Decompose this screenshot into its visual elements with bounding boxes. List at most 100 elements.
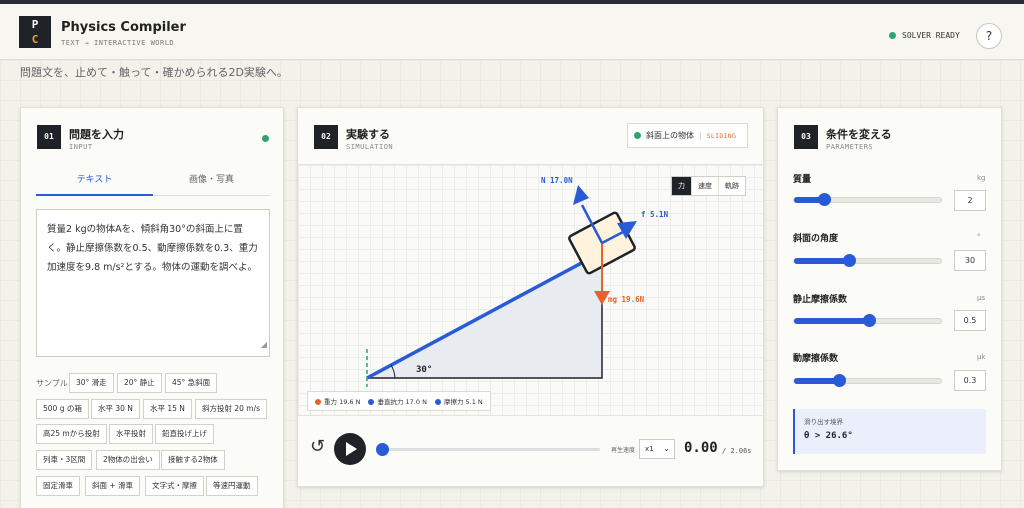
reset-icon[interactable]: ↺ bbox=[310, 436, 325, 457]
normal-force-label: N 17.0N bbox=[541, 176, 573, 185]
status-state: SLIDING bbox=[706, 131, 737, 140]
sample-chip[interactable]: 500 g の箱 bbox=[36, 399, 89, 419]
timeline-track[interactable] bbox=[382, 448, 600, 451]
sample-chip[interactable]: 30° 滑走 bbox=[69, 373, 114, 393]
status-separator: | bbox=[699, 131, 702, 140]
sample-chip[interactable]: 水平 30 N bbox=[91, 399, 140, 419]
duration-readout: / 2.06s bbox=[722, 447, 752, 455]
slip-threshold-box: 滑り出す境界 θ > 26.6° bbox=[793, 409, 986, 454]
panel-title: 問題を入力 bbox=[69, 128, 124, 141]
param-label-static-friction: 静止摩擦係数 bbox=[793, 295, 848, 305]
sample-chip[interactable]: 2物体の出会い bbox=[96, 450, 160, 470]
sample-chip[interactable]: 水平 15 N bbox=[143, 399, 192, 419]
sample-chip[interactable]: 斜方投射 20 m/s bbox=[195, 399, 268, 419]
status-label: 斜面上の物体 bbox=[646, 131, 694, 140]
param-unit: ° bbox=[977, 233, 981, 241]
toggle-velocity[interactable]: 速度 bbox=[691, 177, 718, 195]
input-panel: 01 問題を入力 INPUT テキスト 画像・写真 質量2 kgの物体Aを、傾斜… bbox=[20, 107, 284, 508]
panel-title: 実験する bbox=[346, 128, 390, 141]
chevron-down-icon: ⌄ bbox=[663, 444, 670, 453]
sample-chip[interactable]: 水平投射 bbox=[109, 424, 153, 444]
tagline: 問題文を、止めて・触って・確かめられる2D実験へ。 bbox=[20, 66, 288, 79]
static-friction-slider[interactable] bbox=[793, 314, 942, 327]
toggle-trajectory[interactable]: 軌跡 bbox=[718, 177, 745, 195]
slider-thumb[interactable] bbox=[843, 254, 857, 267]
sample-chip[interactable]: 20° 静止 bbox=[117, 373, 162, 393]
angle-slider[interactable] bbox=[793, 254, 942, 267]
mass-input[interactable]: 2 bbox=[954, 190, 986, 211]
panel-subtitle: SIMULATION bbox=[346, 143, 394, 151]
solver-status: SOLVER READY bbox=[889, 31, 960, 40]
sample-chip[interactable]: 斜面 + 滑車 bbox=[85, 476, 141, 496]
slider-thumb[interactable] bbox=[862, 314, 876, 327]
play-button[interactable] bbox=[334, 433, 366, 465]
speed-label: 再生速度 bbox=[611, 447, 636, 454]
threshold-value: θ > 26.6° bbox=[804, 431, 853, 441]
panel-title: 条件を変える bbox=[826, 128, 892, 141]
input-status-dot-icon bbox=[262, 135, 269, 142]
static-friction-input[interactable]: 0.5 bbox=[954, 310, 986, 331]
problem-text: 質量2 kgの物体Aを、傾斜角30°の斜面上に置く。静止摩擦係数を0.5、動摩擦… bbox=[47, 224, 258, 273]
incline-scene: 30° mg 19.6N N 17.0N f 5.1N bbox=[366, 176, 669, 387]
status-dot-icon bbox=[889, 32, 896, 39]
status-dot-icon bbox=[634, 132, 641, 139]
force-legend: 重力 19.6 N 垂直抗力 17.0 N 摩擦力 5.1 N bbox=[307, 391, 491, 411]
playback-controls: ↺ 再生速度 x1 ⌄ 0.00 / 2.06s bbox=[298, 416, 763, 488]
toggle-forces[interactable]: 力 bbox=[672, 177, 691, 195]
normal-arrowhead-icon bbox=[573, 185, 589, 205]
app-subtitle: TEXT → INTERACTIVE WORLD bbox=[61, 39, 175, 47]
kinetic-friction-slider[interactable] bbox=[793, 374, 942, 387]
resize-handle-icon[interactable]: ◢ bbox=[261, 335, 267, 354]
slider-fill bbox=[794, 318, 869, 324]
legend-label: 摩擦力 5.1 N bbox=[443, 398, 483, 406]
speed-select[interactable]: x1 ⌄ bbox=[639, 439, 675, 459]
app-logo: P C bbox=[19, 16, 51, 48]
simulation-panel: 02 実験する SIMULATION 斜面上の物体 | SLIDING 30° … bbox=[297, 107, 764, 487]
legend-dot-icon bbox=[368, 399, 375, 405]
legend-dot-icon bbox=[434, 399, 441, 405]
sample-chip[interactable]: 45° 急斜面 bbox=[165, 373, 218, 393]
panel-number: 01 bbox=[37, 125, 61, 149]
kinetic-friction-input[interactable]: 0.3 bbox=[954, 370, 986, 391]
sample-chip[interactable]: 等速円運動 bbox=[206, 476, 258, 496]
panel-subtitle: INPUT bbox=[69, 143, 93, 151]
help-button[interactable]: ? bbox=[976, 23, 1002, 49]
sample-chip[interactable]: 高25 mから投射 bbox=[36, 424, 107, 444]
sample-chip[interactable]: 接触する2物体 bbox=[161, 450, 225, 470]
param-label-angle: 斜面の角度 bbox=[793, 234, 839, 244]
legend-item-gravity: 重力 19.6 N bbox=[315, 396, 360, 406]
tab-text[interactable]: テキスト bbox=[36, 168, 153, 196]
slider-thumb[interactable] bbox=[817, 193, 831, 206]
mass-slider[interactable] bbox=[793, 193, 942, 206]
speed-value: x1 bbox=[645, 445, 654, 453]
sample-chip[interactable]: 固定滑車 bbox=[36, 476, 80, 496]
app-title: Physics Compiler bbox=[61, 20, 186, 35]
legend-label: 垂直抗力 17.0 N bbox=[377, 398, 427, 406]
sample-chip[interactable]: 列車・3区間 bbox=[36, 450, 93, 470]
slider-thumb[interactable] bbox=[832, 374, 846, 387]
threshold-title: 滑り出す境界 bbox=[804, 418, 843, 426]
time-readout: 0.00 bbox=[684, 440, 718, 456]
app-header: P C Physics Compiler TEXT → INTERACTIVE … bbox=[0, 4, 1024, 60]
param-label-kinetic-friction: 動摩擦係数 bbox=[793, 354, 839, 364]
gravity-label: mg 19.6N bbox=[608, 295, 645, 304]
legend-item-friction: 摩擦力 5.1 N bbox=[434, 396, 483, 406]
angle-input[interactable]: 30 bbox=[954, 250, 986, 271]
solver-status-text: SOLVER READY bbox=[902, 31, 960, 40]
problem-textarea[interactable]: 質量2 kgの物体Aを、傾斜角30°の斜面上に置く。静止摩擦係数を0.5、動摩擦… bbox=[36, 209, 270, 357]
param-unit: kg bbox=[977, 174, 986, 182]
slider-fill bbox=[794, 378, 839, 384]
legend-item-normal: 垂直抗力 17.0 N bbox=[368, 396, 427, 406]
logo-letter-top: P bbox=[31, 18, 39, 31]
sample-chip[interactable]: 鉛直投げ上げ bbox=[155, 424, 214, 444]
logo-letter-bottom: C bbox=[31, 33, 39, 46]
legend-label: 重力 19.6 N bbox=[324, 398, 361, 406]
friction-label: f 5.1N bbox=[641, 210, 669, 219]
timeline-thumb[interactable] bbox=[376, 443, 389, 456]
angle-label: 30° bbox=[416, 365, 432, 375]
view-toggle: 力 速度 軌跡 bbox=[671, 176, 746, 196]
panel-subtitle: PARAMETERS bbox=[826, 143, 874, 151]
tab-image[interactable]: 画像・写真 bbox=[153, 168, 270, 196]
sample-chip[interactable]: 文字式・摩擦 bbox=[145, 476, 204, 496]
simulation-canvas[interactable]: 30° mg 19.6N N 17.0N f 5.1N 力 速度 軌跡 重力 1… bbox=[298, 164, 763, 416]
